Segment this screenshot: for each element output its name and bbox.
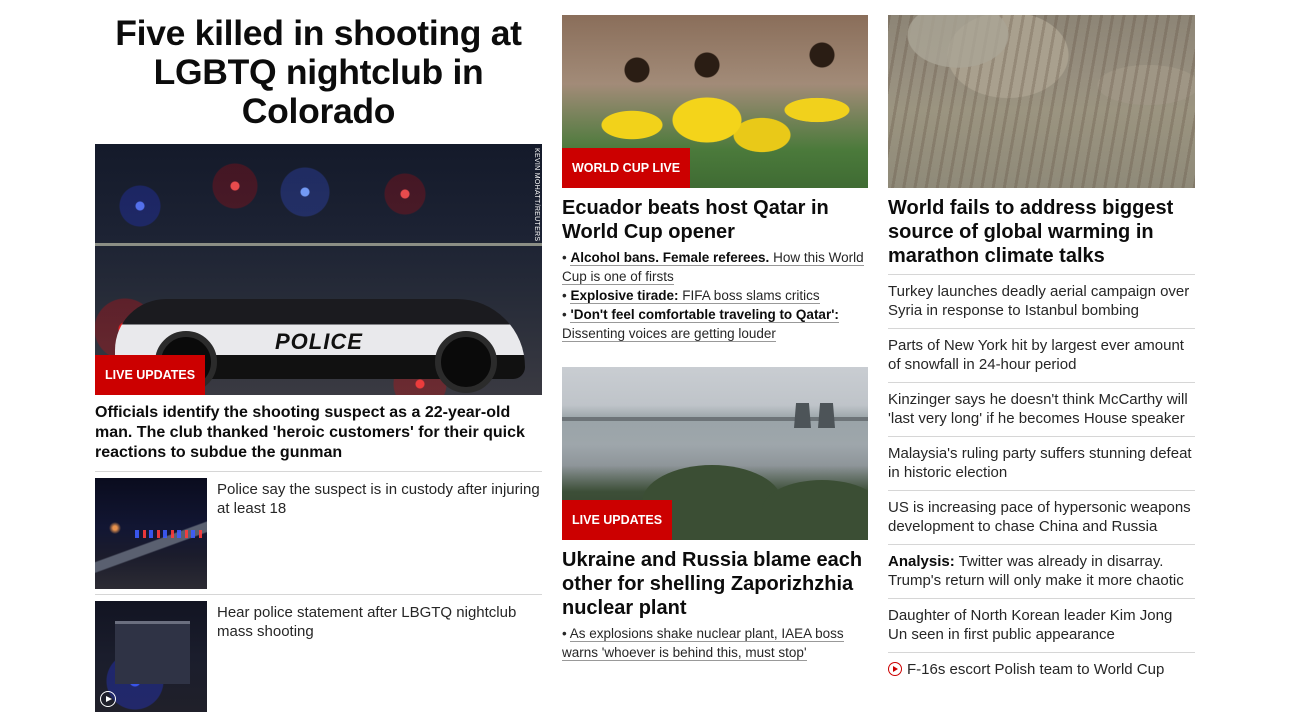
world-cup-live-badge[interactable]: WORLD CUP LIVE bbox=[562, 148, 691, 188]
live-updates-badge[interactable]: LIVE UPDATES bbox=[95, 355, 206, 395]
list-item-text: F-16s escort Polish team to World Cup bbox=[907, 661, 1165, 678]
list-item[interactable]: Turkey launches deadly aerial campaign o… bbox=[888, 274, 1195, 328]
police-car-text: POLICE bbox=[275, 329, 363, 354]
list-item[interactable]: US is increasing pace of hypersonic weap… bbox=[888, 490, 1195, 544]
floodwater bbox=[888, 15, 1195, 188]
bullet-bold: Alcohol bans. Female referees. bbox=[570, 250, 770, 265]
lead-headline[interactable]: Five killed in shooting at LGBTQ nightcl… bbox=[95, 14, 542, 131]
cooling-tower bbox=[794, 403, 811, 428]
nightclub-building bbox=[115, 621, 190, 684]
list-item[interactable]: Malaysia's ruling party suffers stunning… bbox=[888, 436, 1195, 490]
list-item[interactable]: Analysis: Twitter was already in disarra… bbox=[888, 544, 1195, 598]
list-item[interactable]: Daughter of North Korean leader Kim Jong… bbox=[888, 598, 1195, 652]
right-column: World fails to address biggest source of… bbox=[888, 0, 1195, 679]
world-cup-bullet[interactable]: • Explosive tirade: FIFA boss slams crit… bbox=[562, 286, 868, 305]
analysis-prefix: Analysis: bbox=[888, 553, 955, 570]
bullet-bold: 'Don't feel comfortable traveling to Qat… bbox=[570, 307, 839, 322]
related-story-thumbnail[interactable] bbox=[95, 478, 207, 589]
lead-summary-link[interactable]: Officials identify the shooting suspect … bbox=[95, 403, 542, 463]
cooling-tower bbox=[818, 403, 835, 428]
world-cup-bullet[interactable]: • Alcohol bans. Female referees. How thi… bbox=[562, 248, 868, 286]
photo-credit: KEVIN MOHATT/REUTERS bbox=[533, 148, 540, 242]
lead-story-image[interactable]: POLICE KEVIN MOHATT/REUTERS LIVE UPDATES bbox=[95, 144, 542, 395]
world-cup-image[interactable]: WORLD CUP LIVE bbox=[562, 15, 868, 188]
live-updates-badge[interactable]: LIVE UPDATES bbox=[562, 500, 673, 540]
climate-headline[interactable]: World fails to address biggest source of… bbox=[888, 196, 1195, 268]
ukraine-bullet[interactable]: • As explosions shake nuclear plant, IAE… bbox=[562, 624, 868, 662]
related-video-thumbnail[interactable] bbox=[95, 601, 207, 712]
world-cup-bullet[interactable]: • 'Don't feel comfortable traveling to Q… bbox=[562, 305, 868, 343]
related-story[interactable]: Hear police statement after LBGTQ nightc… bbox=[95, 594, 542, 712]
related-story[interactable]: Police say the suspect is in custody aft… bbox=[95, 471, 542, 589]
related-video-link[interactable]: Hear police statement after LBGTQ nightc… bbox=[217, 601, 542, 712]
list-item[interactable]: Kinzinger says he doesn't think McCarthy… bbox=[888, 382, 1195, 436]
lead-story-column: Five killed in shooting at LGBTQ nightcl… bbox=[95, 0, 542, 712]
police-lights bbox=[135, 530, 205, 538]
foliage bbox=[762, 480, 868, 540]
bullet-text: FIFA boss slams critics bbox=[682, 288, 820, 303]
world-cup-headline[interactable]: Ecuador beats host Qatar in World Cup op… bbox=[562, 196, 868, 244]
wheel bbox=[435, 331, 497, 393]
flood-image[interactable] bbox=[888, 15, 1195, 188]
crime-scene-tape bbox=[95, 243, 542, 246]
list-item-video[interactable]: F-16s escort Polish team to World Cup bbox=[888, 652, 1195, 679]
list-item[interactable]: Parts of New York hit by largest ever am… bbox=[888, 328, 1195, 382]
bullet-text: As explosions shake nuclear plant, IAEA … bbox=[562, 626, 844, 661]
related-story-link[interactable]: Police say the suspect is in custody aft… bbox=[217, 478, 542, 589]
bullet-text: Dissenting voices are getting louder bbox=[562, 326, 776, 341]
nuclear-plant-image[interactable]: LIVE UPDATES bbox=[562, 367, 868, 540]
middle-column: WORLD CUP LIVE Ecuador beats host Qatar … bbox=[562, 0, 868, 662]
play-icon[interactable] bbox=[100, 691, 116, 707]
bullet-bold: Explosive tirade: bbox=[570, 288, 679, 303]
video-play-icon bbox=[888, 662, 902, 676]
ukraine-headline[interactable]: Ukraine and Russia blame each other for … bbox=[562, 548, 868, 620]
headline-list: Turkey launches deadly aerial campaign o… bbox=[888, 274, 1195, 679]
